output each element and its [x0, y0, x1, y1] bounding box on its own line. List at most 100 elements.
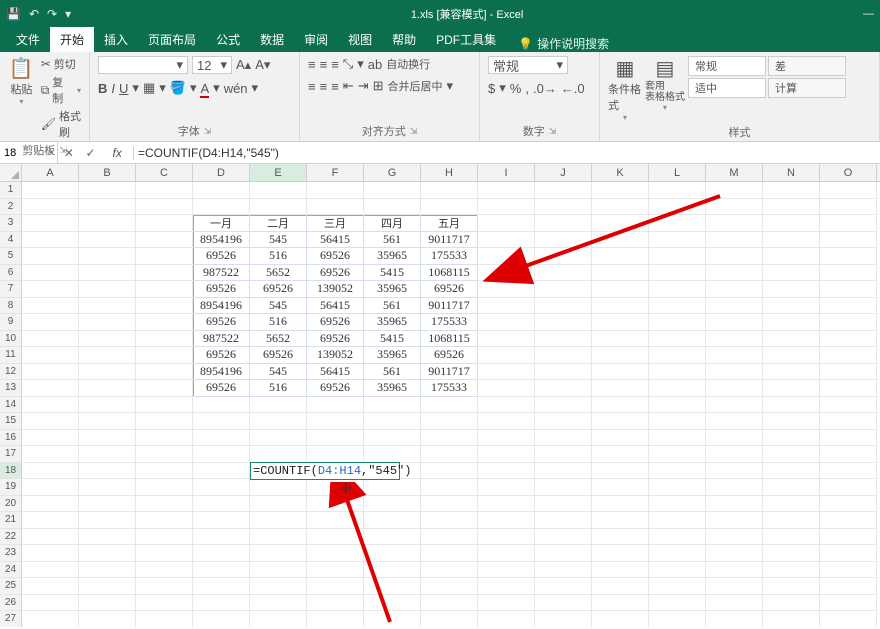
cell[interactable] [649, 380, 706, 397]
cell[interactable] [22, 314, 79, 331]
table-cell[interactable]: 8954196 [193, 364, 250, 381]
cell[interactable] [763, 595, 820, 612]
table-cell[interactable]: 69526 [421, 347, 478, 364]
cell[interactable] [136, 364, 193, 381]
cell[interactable] [535, 413, 592, 430]
cell[interactable] [22, 182, 79, 199]
decrease-decimal-icon[interactable]: ←.0 [561, 81, 585, 96]
cell[interactable] [820, 446, 877, 463]
column-header-M[interactable]: M [706, 164, 763, 181]
cell[interactable] [763, 265, 820, 282]
cell[interactable] [649, 479, 706, 496]
cell[interactable] [820, 479, 877, 496]
cell[interactable] [136, 562, 193, 579]
cell[interactable] [136, 331, 193, 348]
spreadsheet-grid[interactable]: 1234567891011121314151617181920212223242… [0, 182, 880, 627]
cell[interactable] [763, 463, 820, 480]
cell[interactable] [79, 611, 136, 627]
cell[interactable] [820, 182, 877, 199]
cell[interactable] [79, 364, 136, 381]
cell[interactable] [22, 215, 79, 232]
cell[interactable] [250, 182, 307, 199]
cell[interactable] [706, 446, 763, 463]
number-format-select[interactable]: 常规▾ [488, 56, 568, 74]
cell[interactable] [136, 182, 193, 199]
cell[interactable] [649, 545, 706, 562]
cell[interactable] [820, 199, 877, 216]
cell[interactable] [820, 232, 877, 249]
accept-formula-icon[interactable]: ✓ [86, 146, 96, 160]
cell[interactable] [763, 380, 820, 397]
cell[interactable] [307, 446, 364, 463]
cell[interactable] [421, 512, 478, 529]
cell[interactable] [136, 595, 193, 612]
cell[interactable] [535, 380, 592, 397]
cell[interactable] [649, 331, 706, 348]
cell[interactable] [22, 248, 79, 265]
cell[interactable] [79, 545, 136, 562]
cell[interactable] [136, 347, 193, 364]
decrease-indent-icon[interactable]: ⇤ [343, 78, 354, 94]
cell[interactable] [820, 430, 877, 447]
cell[interactable] [706, 512, 763, 529]
cell[interactable] [250, 562, 307, 579]
cell[interactable] [136, 380, 193, 397]
cell[interactable] [820, 347, 877, 364]
cell[interactable] [763, 248, 820, 265]
cell[interactable] [79, 413, 136, 430]
cell[interactable] [706, 397, 763, 414]
align-top-icon[interactable]: ≡ [308, 57, 316, 72]
cell[interactable] [421, 578, 478, 595]
row-header-16[interactable]: 16 [0, 430, 22, 447]
tab-insert[interactable]: 插入 [94, 27, 138, 52]
cell[interactable] [592, 562, 649, 579]
table-cell[interactable]: 5415 [364, 331, 421, 348]
border-button[interactable]: ▦ [143, 80, 155, 96]
cell[interactable] [592, 413, 649, 430]
row-header-1[interactable]: 1 [0, 182, 22, 199]
cell[interactable] [22, 364, 79, 381]
cell[interactable] [592, 512, 649, 529]
increase-indent-icon[interactable]: ⇥ [358, 78, 369, 94]
cell[interactable] [193, 578, 250, 595]
table-cell[interactable]: 69526 [193, 248, 250, 265]
cell[interactable] [535, 496, 592, 513]
column-header-O[interactable]: O [820, 164, 877, 181]
cell[interactable] [22, 199, 79, 216]
increase-decimal-icon[interactable]: .0→ [533, 81, 557, 96]
cell[interactable] [592, 545, 649, 562]
column-header-E[interactable]: E [250, 164, 307, 181]
cell[interactable] [250, 512, 307, 529]
cell[interactable] [706, 364, 763, 381]
column-header-J[interactable]: J [535, 164, 592, 181]
cell[interactable] [136, 479, 193, 496]
cell[interactable] [79, 380, 136, 397]
cell[interactable] [649, 611, 706, 627]
cell[interactable] [79, 479, 136, 496]
row-header-24[interactable]: 24 [0, 562, 22, 579]
cell[interactable] [592, 397, 649, 414]
cell[interactable] [763, 182, 820, 199]
fx-icon[interactable]: fx [107, 146, 127, 160]
cell[interactable] [535, 479, 592, 496]
bold-button[interactable]: B [98, 81, 107, 96]
cell[interactable] [649, 496, 706, 513]
cell[interactable] [820, 545, 877, 562]
cell[interactable] [706, 611, 763, 627]
cell[interactable] [193, 512, 250, 529]
table-cell[interactable]: 9011717 [421, 364, 478, 381]
cell[interactable] [250, 199, 307, 216]
table-cell[interactable]: 561 [364, 298, 421, 315]
cell[interactable] [307, 430, 364, 447]
cell[interactable] [421, 595, 478, 612]
cell[interactable] [22, 331, 79, 348]
cell[interactable] [478, 331, 535, 348]
table-cell[interactable]: 69526 [307, 331, 364, 348]
qat-customize-icon[interactable]: ▾ [65, 7, 71, 21]
cell[interactable] [535, 397, 592, 414]
row-header-14[interactable]: 14 [0, 397, 22, 414]
align-center-icon[interactable]: ≡ [320, 79, 328, 94]
cell[interactable] [820, 496, 877, 513]
cell[interactable] [535, 446, 592, 463]
column-header-H[interactable]: H [421, 164, 478, 181]
